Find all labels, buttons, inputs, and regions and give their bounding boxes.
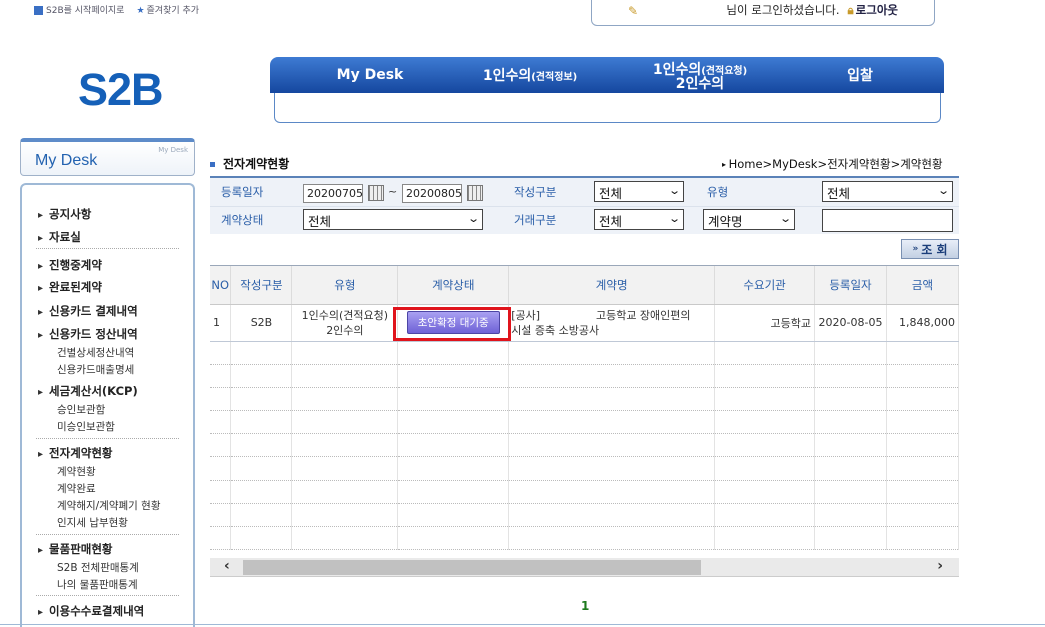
double-arrow-icon: »: [912, 244, 919, 254]
sidebar-item-sales[interactable]: 물품판매현황: [38, 541, 112, 557]
calendar-icon[interactable]: [467, 185, 483, 201]
sidebar-item-ongoing[interactable]: 진행중계약: [38, 257, 102, 273]
table-row-empty: [210, 526, 960, 551]
start-page-link[interactable]: S2B를 시작페이지로: [34, 3, 124, 16]
chevron-down-icon: ⌄: [667, 184, 681, 197]
sidebar-item-completed[interactable]: 완료된계약: [38, 279, 102, 295]
main-nav: My Desk 1인수의(견적정보) 1인수의(견적요청) 2인수의 입찰: [270, 57, 944, 93]
top-links: S2B를 시작페이지로 ★ 즐겨찾기 추가: [34, 3, 199, 16]
login-box: ✎ 님이 로그인하셨습니다. 🔒︎ 로그아웃: [591, 0, 935, 26]
contract-name-link[interactable]: [공사] 고등학교 장애인편의 시설 증축 소방공사: [508, 304, 716, 342]
nav-estimate-info[interactable]: 1인수의(견적정보): [460, 65, 600, 85]
sidebar-sub-unapproved[interactable]: 미승인보관함: [57, 419, 115, 434]
col-no[interactable]: NO: [210, 266, 232, 305]
logo[interactable]: S2B: [78, 64, 164, 116]
type-label: 유형: [707, 185, 729, 199]
col-type[interactable]: 유형: [291, 266, 399, 305]
contract-status-label: 계약상태: [221, 213, 264, 227]
sidebar: 공지사항 자료실 진행중계약 완료된계약 신용카드 결제내역 신용카드 정산내역…: [20, 183, 195, 627]
date-from-input[interactable]: 20200705: [303, 184, 363, 203]
sidebar-sub-detail-settlement[interactable]: 건별상세정산내역: [57, 345, 134, 360]
highlight-box: [393, 307, 511, 341]
table-row-empty: [210, 410, 960, 435]
search-button[interactable]: » 조 회: [901, 239, 959, 259]
sidebar-sub-contract-done[interactable]: 계약완료: [57, 481, 96, 496]
trade-type-select[interactable]: 전체 ⌄: [594, 209, 684, 230]
lock-icon: 🔒︎: [847, 2, 854, 17]
chevron-right-icon[interactable]: ›: [937, 558, 943, 574]
mydesk-tab[interactable]: My Desk My Desk: [20, 138, 195, 176]
table-row-empty: [210, 503, 960, 528]
horizontal-scrollbar[interactable]: ‹ ›: [210, 558, 959, 577]
table-row[interactable]: 1 S2B 1인수의(견적요청) 2인수의 초안확정 대기중 [공사] 고등학교 …: [210, 304, 960, 342]
sidebar-sub-stamp-tax[interactable]: 인지세 납부현황: [57, 515, 128, 530]
search-input[interactable]: [822, 209, 953, 232]
breadcrumb: Home>MyDesk>전자계약현황>계약현황: [722, 156, 943, 172]
col-status[interactable]: 계약상태: [397, 266, 510, 305]
col-name[interactable]: 계약명: [508, 266, 716, 305]
sidebar-item-notice[interactable]: 공지사항: [38, 206, 91, 222]
favorite-link[interactable]: ★ 즐겨찾기 추가: [136, 3, 199, 16]
col-agency[interactable]: 수요기관: [714, 266, 816, 305]
date-to-input[interactable]: 20200805: [402, 184, 462, 203]
sidebar-item-card-settlement[interactable]: 신용카드 정산내역: [38, 326, 138, 342]
table-header: NO 작성구분 유형 계약상태 계약명 수요기관 등록일자 금액: [210, 266, 960, 305]
table-row-empty: [210, 433, 960, 458]
scrollbar-thumb[interactable]: [243, 560, 701, 575]
home-icon: [34, 6, 43, 15]
sidebar-item-fee-payment[interactable]: 이용수수료결제내역: [38, 603, 144, 619]
reg-date-label: 등록일자: [221, 185, 264, 199]
table-row-empty: [210, 480, 960, 504]
chevron-down-icon: ⌄: [667, 212, 681, 225]
sidebar-sub-contract-status[interactable]: 계약현황: [57, 464, 96, 479]
nav-submenu: [274, 93, 941, 123]
search-field-select[interactable]: 계약명 ⌄: [703, 209, 795, 230]
write-type-select[interactable]: 전체 ⌄: [594, 181, 684, 202]
sidebar-item-tax-invoice[interactable]: 세금계산서(KCP): [38, 383, 138, 399]
nav-mydesk[interactable]: My Desk: [320, 67, 420, 83]
sidebar-sub-contract-cancel[interactable]: 계약해지/계약폐기 현황: [57, 498, 160, 513]
write-type-label: 작성구분: [514, 185, 557, 199]
sidebar-item-e-contract[interactable]: 전자계약현황: [38, 445, 112, 461]
type-select[interactable]: 전체 ⌄: [822, 181, 953, 202]
contract-status-select[interactable]: 전체 ⌄: [303, 209, 483, 230]
sidebar-item-library[interactable]: 자료실: [38, 229, 81, 245]
sidebar-sub-approved[interactable]: 승인보관함: [57, 402, 105, 417]
table-row-empty: [210, 456, 960, 481]
logout-button[interactable]: 🔒︎ 로그아웃: [848, 2, 898, 18]
user-icon: ✎: [628, 4, 639, 18]
chevron-left-icon[interactable]: ‹: [224, 558, 230, 574]
chevron-down-icon: ⌄: [466, 212, 480, 225]
calendar-icon[interactable]: [368, 185, 384, 201]
filter-panel: 등록일자 20200705 ~ 20200805 작성구분 전체 ⌄ 유형 전체 ⌄…: [210, 176, 959, 234]
sidebar-item-card-payment[interactable]: 신용카드 결제내역: [38, 303, 138, 319]
footer-divider: [0, 624, 1045, 625]
nav-bid[interactable]: 입찰: [830, 65, 890, 85]
col-reg-date[interactable]: 등록일자: [814, 266, 887, 305]
login-message: 님이 로그인하셨습니다.: [726, 3, 840, 17]
col-amount[interactable]: 금액: [886, 266, 960, 305]
chevron-down-icon: ⌄: [778, 212, 792, 225]
sidebar-sub-my-stats[interactable]: 나의 물품판매통계: [57, 577, 138, 592]
table-row-empty: [210, 364, 960, 388]
page-title: 전자계약현황: [210, 155, 289, 172]
sidebar-sub-card-sales[interactable]: 신용카드매출명세: [57, 362, 134, 377]
chevron-down-icon: ⌄: [936, 184, 950, 197]
nav-estimate-request[interactable]: 1인수의(견적요청) 2인수의: [630, 63, 770, 91]
col-write-type[interactable]: 작성구분: [230, 266, 293, 305]
table-row-empty: [210, 387, 960, 412]
star-icon: ★: [136, 6, 145, 16]
trade-type-label: 거래구분: [514, 213, 557, 227]
page-number[interactable]: 1: [581, 599, 589, 613]
sidebar-sub-s2b-stats[interactable]: S2B 전체판매통계: [57, 560, 139, 575]
table-row-empty: [210, 341, 960, 365]
contract-table: NO 작성구분 유형 계약상태 계약명 수요기관 등록일자 금액 1 S2B 1…: [210, 265, 960, 577]
